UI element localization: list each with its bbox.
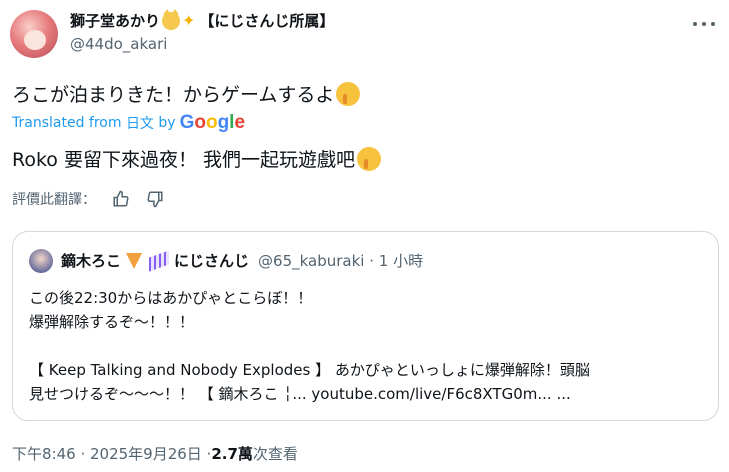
translated-lang: 日文 (125, 116, 154, 132)
translated-from-google[interactable]: Translated from 日文 by Google (12, 112, 245, 134)
thumbs-down-icon[interactable] (146, 190, 164, 208)
google-logo: Google (180, 112, 245, 134)
view-count: 2.7萬 (211, 445, 253, 463)
view-count-label: 次查看 (252, 445, 298, 463)
cat-emoji-icon (162, 8, 181, 30)
author-handle[interactable]: @44do_akari (70, 35, 167, 53)
quoted-body: この後22:30からはあかぴゃとこらぼ！！ 爆弾解除するぞ～！！！ 【 Keep… (29, 286, 590, 406)
google-logo-letter: G (179, 112, 195, 133)
author-name-text: 獅子堂あかり (70, 12, 161, 30)
quoted-post[interactable]: 鏑木ろこ にじさんじ @65_kaburaki · 1 小時 この後22:30か… (12, 231, 719, 421)
quoted-author-affiliation: にじさんじ (174, 252, 250, 270)
google-logo-letter: o (205, 112, 218, 133)
google-logo-letter: g (217, 112, 230, 133)
pizza-emoji-icon (126, 252, 143, 269)
quoted-line (29, 334, 590, 358)
quoted-author-avatar (29, 249, 53, 273)
quoted-meta: @65_kaburaki · 1 小時 (258, 252, 424, 270)
quoted-line: 見せつけるぞ～～～！！ 【 鏑木ろこ ╎... youtube.com/live… (29, 385, 571, 403)
translated-prefix: Translated from (12, 115, 122, 131)
shushing-face-emoji-icon (357, 146, 382, 171)
google-logo-letter: o (194, 112, 206, 133)
quoted-line: 【 Keep Talking and Nobody Explodes 】 あかぴ… (29, 361, 590, 379)
thumbs-up-icon[interactable] (112, 190, 130, 208)
translated-by: by (158, 115, 176, 131)
author-display-name[interactable]: 獅子堂あかり ✦ 【にじさんじ所属】 (70, 8, 335, 31)
ruler-emoji-icon (149, 249, 170, 272)
author-avatar[interactable] (10, 10, 58, 58)
quoted-line: 爆弾解除するぞ～！！！ (29, 313, 195, 331)
shushing-face-emoji-icon (336, 81, 361, 106)
quoted-author: 鏑木ろこ にじさんじ @65_kaburaki · 1 小時 (61, 249, 424, 272)
post-timestamp[interactable]: 下午8:46 · 2025年9月26日 · (12, 443, 211, 464)
google-logo-letter: e (234, 112, 246, 133)
star-emoji-icon: ✦ (182, 11, 196, 30)
post-text-content: ろこが泊まりきた！からゲームするよ (12, 84, 335, 106)
author-affiliation: 【にじさんじ所属】 (199, 12, 335, 30)
quoted-line: この後22:30からはあかぴゃとこらぼ！！ (29, 289, 313, 307)
translation-content: Roko 要留下來過夜！ 我們一起玩遊戲吧 (12, 149, 356, 171)
more-icon[interactable] (693, 16, 715, 32)
rate-translation: 評價此翻譯： (12, 189, 164, 209)
post-footer: 下午8:46 · 2025年9月26日 · 2.7萬 次查看 (12, 443, 298, 464)
rate-translation-label: 評價此翻譯： (12, 192, 96, 208)
translation-text: Roko 要留下來過夜！ 我們一起玩遊戲吧 (12, 145, 382, 172)
post-text: ろこが泊まりきた！からゲームするよ (12, 80, 361, 107)
quoted-author-name: 鏑木ろこ (61, 252, 122, 270)
